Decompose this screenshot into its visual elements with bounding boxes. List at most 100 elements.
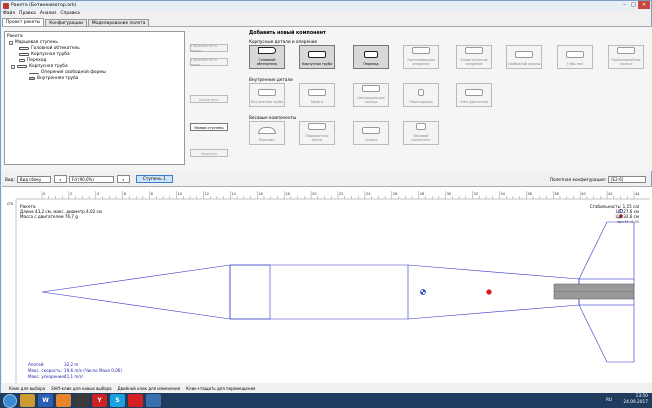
zoom-select[interactable]: Fd (90,0%) <box>68 175 114 183</box>
view-select[interactable]: Вид сбоку <box>16 175 51 183</box>
body-tube-icon <box>19 53 29 56</box>
add-elliptical-fins-button[interactable]: Эллиптическое оперение <box>456 45 492 69</box>
config-select[interactable]: [E2-6] <box>608 175 646 183</box>
clock-date: 24.09.2017 <box>623 400 648 405</box>
view-label: Вид: <box>5 176 15 182</box>
top-ruler: 0 2 4 6 8 10 12 14 16 18 20 22 24 26 28 30 32 34 36 38 40 42 4… <box>16 191 650 200</box>
add-centering-ring-button[interactable]: Центрирующее кольцо <box>353 83 389 107</box>
tab-rocket-design[interactable]: Проект ракеты <box>2 18 45 26</box>
zoom-select-value: Fd (90,0%) <box>71 176 94 182</box>
tree-item-stage[interactable]: - Маршевая ступень <box>9 40 58 45</box>
config-label: Полетная конфигурация: <box>549 176 606 182</box>
edit-button[interactable]: Изменить <box>190 95 228 103</box>
add-freeform-fins-button[interactable]: Свободной формы <box>506 45 542 69</box>
add-mass-component-button[interactable]: Весовой компонент <box>403 121 439 145</box>
rocket-outline[interactable] <box>41 221 635 363</box>
tree-item-fins[interactable]: Оперение свободной формы <box>29 70 106 75</box>
tab-configurations[interactable]: Конфигурации <box>45 19 87 26</box>
rocket-mass: Масса с двигателем 76,7 g <box>20 214 78 219</box>
ruler-label: 8 <box>151 192 154 196</box>
add-body-tube-button[interactable]: Корпусная труба <box>299 45 335 69</box>
add-tube-fins-button[interactable]: Тубы пол <box>557 45 593 69</box>
start-icon[interactable] <box>3 393 17 408</box>
status-hint-move: Клик+тащить для перемещения <box>186 386 256 391</box>
close-icon[interactable]: ✕ <box>638 1 650 9</box>
ruler-label: 30 <box>447 192 452 196</box>
fin-lower-shape[interactable] <box>578 304 635 363</box>
rocket-drawing: 0 2 4 6 8 10 12 14 16 18 20 22 24 26 28 30 32 34 36 38 40 42 4… <box>7 191 650 385</box>
add-nose-cone-button[interactable]: Головной обтекатель <box>249 45 285 69</box>
delete-button[interactable]: Удалить <box>190 149 228 157</box>
menu-edit[interactable]: Правка <box>19 11 36 16</box>
app-red-icon[interactable] <box>128 394 143 407</box>
stage-toggle-button[interactable]: Ступень 1 <box>135 175 173 183</box>
ruler-label: 6 <box>124 192 127 196</box>
tree-label: Головной обтекатель <box>31 46 80 51</box>
app-icon <box>3 2 9 9</box>
word-icon[interactable]: W <box>38 394 53 407</box>
rocket-figure-canvas[interactable]: 0 2 4 6 8 10 12 14 16 18 20 22 24 26 28 30 32 34 36 38 40 42 4… <box>2 186 652 385</box>
tree-item-body2[interactable]: - Корпусная труба <box>11 64 68 69</box>
section-inner: Внутренние детали <box>249 77 293 82</box>
openrocket-task-icon[interactable] <box>146 394 161 407</box>
add-transition-button[interactable]: Переход <box>353 45 389 69</box>
component-tree[interactable]: Ракета - Маршевая ступень Головной обтека… <box>4 31 185 165</box>
menu-file[interactable]: Файл <box>3 11 15 16</box>
tree-item-transition[interactable]: Переход <box>19 58 46 63</box>
body-tube-shape[interactable] <box>229 264 271 320</box>
tray-language[interactable]: RU <box>606 397 612 402</box>
add-engine-block-button[interactable]: Узел двигателя <box>456 83 492 107</box>
section-mass: Весовые компоненты <box>249 115 297 120</box>
clock[interactable]: 13:50 24.09.2017 <box>623 394 648 406</box>
collapse-icon[interactable]: - <box>9 40 13 45</box>
chrome-icon[interactable] <box>74 394 89 407</box>
ruler-label: 22 <box>339 192 344 196</box>
config-select-value: [E2-6] <box>611 176 624 182</box>
tree-item-nose[interactable]: Головной обтекатель <box>19 46 80 51</box>
tree-item-rocket[interactable]: Ракета <box>7 34 23 39</box>
tree-item-body[interactable]: Корпусная труба <box>19 52 70 57</box>
add-streamer-button[interactable]: Парашютная лента <box>299 121 335 145</box>
apogee-value: 32,2 m <box>64 362 78 367</box>
firefox-icon[interactable] <box>56 394 71 407</box>
zoom-out-button[interactable]: ⌕ <box>53 175 67 183</box>
main-tabs: Проект ракеты Конфигурации Моделирование… <box>2 17 150 26</box>
transition-icon <box>19 59 25 62</box>
status-hint-edit: Двойной клик для изменения <box>117 386 181 391</box>
collapse-icon[interactable]: - <box>11 64 15 69</box>
panel-title: Добавить новый компонент <box>249 31 326 36</box>
zoom-in-button[interactable]: ⌕ <box>116 175 130 183</box>
add-coupler-button[interactable]: Муфта <box>299 83 335 107</box>
skype-icon[interactable]: S <box>110 394 125 407</box>
move-down-button[interactable]: Переместить вниз <box>190 57 228 67</box>
ruler-label: 26 <box>393 192 398 196</box>
maximize-icon[interactable]: □ <box>629 1 638 9</box>
ruler-label: 40 <box>581 192 586 196</box>
ruler-label: 0 <box>43 192 46 196</box>
add-inner-tube-button[interactable]: Внутренняя труба <box>249 83 285 107</box>
add-bulkhead-button[interactable]: Перегородка <box>403 83 439 107</box>
fin-upper-shape[interactable] <box>578 221 635 280</box>
add-launch-lug-button[interactable]: Прямолинейные ножки <box>608 45 644 69</box>
add-shock-cord-button[interactable]: Стропа <box>353 121 389 145</box>
tree-item-inner-tube[interactable]: Внутренняя труба <box>29 76 78 81</box>
menu-bar: Файл Правка Анализ Справка <box>1 10 84 17</box>
new-stage-button[interactable]: Новая ступень <box>190 123 228 131</box>
status-hint-select: Клик для выбора <box>9 386 46 391</box>
tree-label: Переход <box>27 58 47 63</box>
transition-shape[interactable] <box>407 264 580 320</box>
file-explorer-icon[interactable] <box>20 394 35 407</box>
menu-help[interactable]: Справка <box>60 11 79 16</box>
minimize-icon[interactable]: – <box>620 1 629 9</box>
add-parachute-button[interactable]: Парашют <box>249 121 285 145</box>
add-trapezoid-fins-button[interactable]: Трапецевидное оперение <box>403 45 439 69</box>
tab-flight-simulation[interactable]: Моделирование полета <box>87 19 150 26</box>
yandex-icon[interactable]: Y <box>92 394 107 407</box>
max-speed-label: Макс. скорость: <box>28 368 62 373</box>
taskbar: W Y S RU 13:50 24.09.2017 <box>0 393 652 408</box>
move-up-button[interactable]: Переместить вверх <box>190 43 228 53</box>
nose-cone-shape[interactable] <box>41 264 409 320</box>
menu-analysis[interactable]: Анализ <box>40 11 57 16</box>
view-select-value: Вид сбоку <box>19 176 42 182</box>
tree-label: Оперение свободной формы <box>41 70 106 75</box>
